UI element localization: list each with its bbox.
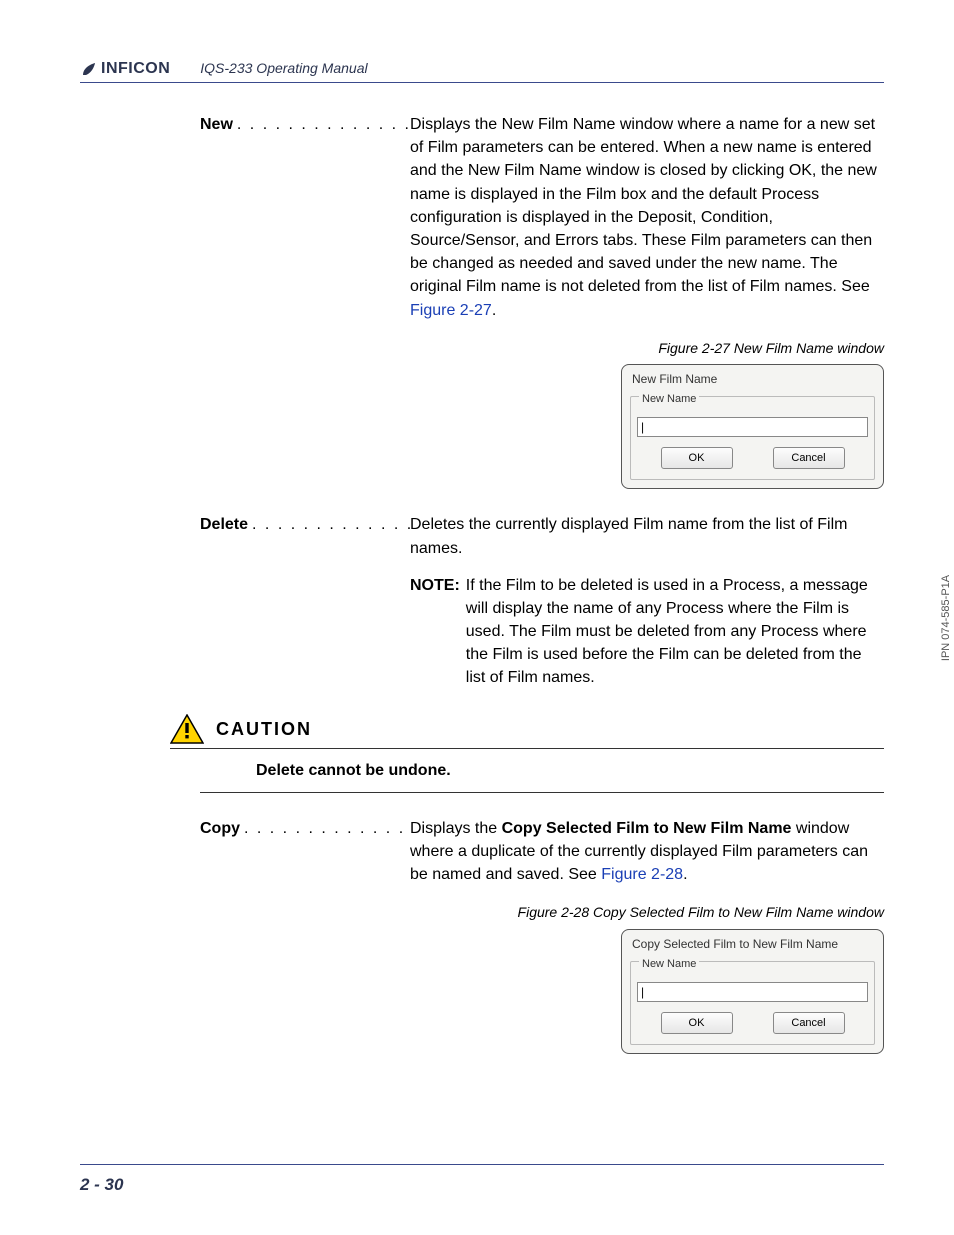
leader-dots: . . . . . . . . . . . . . . . . . . . . … bbox=[240, 817, 410, 840]
figure-2-28-caption: Figure 2-28 Copy Selected Film to New Fi… bbox=[200, 902, 884, 922]
definition-copy: Copy . . . . . . . . . . . . . . . . . .… bbox=[200, 817, 884, 887]
dialog-copy-film: Copy Selected Film to New Film Name New … bbox=[621, 929, 884, 1054]
cancel-button[interactable]: Cancel bbox=[773, 1012, 845, 1034]
desc-delete-text: Deletes the currently displayed Film nam… bbox=[410, 516, 847, 556]
dialog-group-label: New Name bbox=[639, 393, 699, 405]
note-block: NOTE: If the Film to be deleted is used … bbox=[410, 574, 884, 690]
note-label: NOTE: bbox=[410, 574, 460, 690]
warning-icon bbox=[170, 714, 204, 744]
definition-new: New . . . . . . . . . . . . . . . . . . … bbox=[200, 113, 884, 322]
desc-copy: Displays the Copy Selected Film to New F… bbox=[410, 817, 884, 887]
leader-dots: . . . . . . . . . . . . . . . . . . . . … bbox=[248, 513, 410, 536]
caution-block: CAUTION Delete cannot be undone. bbox=[200, 714, 884, 793]
term-delete: Delete bbox=[200, 513, 248, 536]
desc-new: Displays the New Film Name window where … bbox=[410, 113, 884, 322]
desc-copy-bold: Copy Selected Film to New Film Name bbox=[502, 820, 792, 837]
new-name-input[interactable] bbox=[637, 417, 868, 437]
definition-delete: Delete . . . . . . . . . . . . . . . . .… bbox=[200, 513, 884, 689]
desc-copy-pre: Displays the bbox=[410, 820, 502, 837]
caution-body: Delete cannot be undone. bbox=[200, 759, 884, 793]
dialog-new-film-name: New Film Name New Name OK Cancel bbox=[621, 364, 884, 489]
leader-dots: . . . . . . . . . . . . . . . . . . . . … bbox=[233, 113, 410, 136]
period: . bbox=[683, 866, 687, 883]
dialog-group-new-name: New Name OK Cancel bbox=[630, 396, 875, 480]
dialog-group-label: New Name bbox=[639, 958, 699, 970]
caution-title: CAUTION bbox=[216, 716, 312, 742]
brand-logo: INFICON bbox=[80, 60, 170, 78]
dialog-title: Copy Selected Film to New Film Name bbox=[630, 936, 875, 953]
manual-title: IQS-233 Operating Manual bbox=[200, 60, 367, 78]
page-number: 2 - 30 bbox=[80, 1175, 123, 1195]
brand-text: INFICON bbox=[101, 60, 170, 78]
footer-rule bbox=[80, 1164, 884, 1165]
term-copy: Copy bbox=[200, 817, 240, 840]
period: . bbox=[492, 302, 496, 319]
dialog-title: New Film Name bbox=[630, 371, 875, 388]
dialog-group-new-name: New Name OK Cancel bbox=[630, 961, 875, 1045]
figure-2-27-caption: Figure 2-27 New Film Name window bbox=[200, 338, 884, 358]
term-new: New bbox=[200, 113, 233, 136]
ipn-code: IPN 074-585-P1A bbox=[940, 574, 952, 660]
figure-ref-2-27[interactable]: Figure 2-27 bbox=[410, 302, 492, 319]
note-text: If the Film to be deleted is used in a P… bbox=[466, 574, 884, 690]
ok-button[interactable]: OK bbox=[661, 447, 733, 469]
desc-delete: Deletes the currently displayed Film nam… bbox=[410, 513, 884, 689]
cancel-button[interactable]: Cancel bbox=[773, 447, 845, 469]
new-name-input[interactable] bbox=[637, 982, 868, 1002]
figure-ref-2-28[interactable]: Figure 2-28 bbox=[601, 866, 683, 883]
page-header: INFICON IQS-233 Operating Manual bbox=[80, 60, 884, 83]
ok-button[interactable]: OK bbox=[661, 1012, 733, 1034]
desc-new-text: Displays the New Film Name window where … bbox=[410, 116, 877, 295]
leaf-icon bbox=[80, 60, 98, 78]
